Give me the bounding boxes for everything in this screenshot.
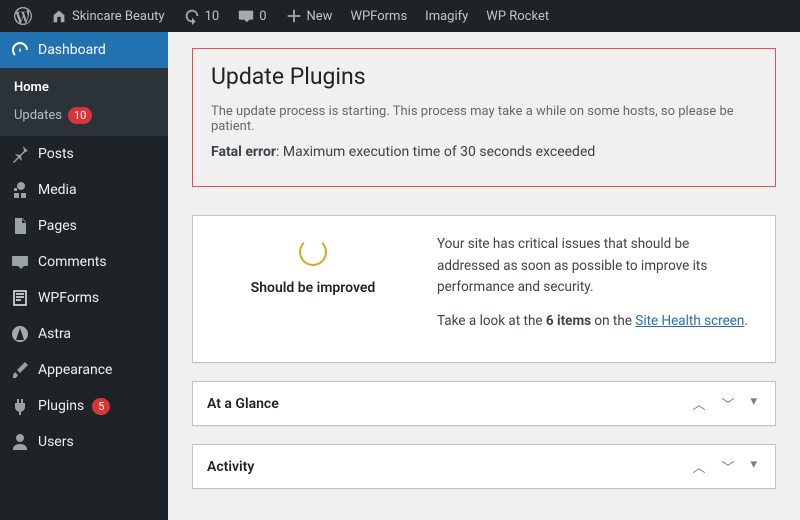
menu-pages[interactable]: Pages (0, 208, 168, 244)
menu-posts[interactable]: Posts (0, 136, 168, 172)
activity-panel: Activity ︿ ﹀ ▾ (192, 444, 776, 489)
menu-appearance[interactable]: Appearance (0, 352, 168, 388)
menu-plugins[interactable]: Plugins 5 (0, 388, 168, 424)
dashboard-submenu: Home Updates 10 (0, 68, 168, 136)
page-title: Update Plugins (211, 63, 757, 90)
menu-users[interactable]: Users (0, 424, 168, 460)
updates-badge: 10 (68, 107, 92, 124)
new-menu[interactable]: New (277, 0, 341, 32)
move-up-button[interactable]: ︿ (688, 392, 709, 415)
fatal-error-text: Fatal error: Maximum execution time of 3… (211, 144, 757, 160)
update-error-box: Update Plugins The update process is sta… (192, 48, 776, 187)
comment-icon (10, 252, 30, 272)
refresh-icon (183, 7, 201, 25)
site-health-link[interactable]: Site Health screen (635, 313, 744, 329)
health-message: Your site has critical issues that shoul… (437, 234, 755, 299)
spinner-icon (299, 238, 327, 266)
home-icon (50, 7, 68, 25)
health-cta: Take a look at the 6 items on the Site H… (437, 311, 755, 333)
submenu-updates[interactable]: Updates 10 (0, 101, 168, 130)
toggle-button[interactable]: ▾ (746, 455, 761, 478)
pin-icon (10, 144, 30, 164)
wp-logo[interactable] (6, 0, 40, 32)
toolbar-wpforms[interactable]: WPForms (342, 0, 415, 32)
move-down-button[interactable]: ﹀ (717, 455, 738, 478)
media-icon (10, 180, 30, 200)
health-status-label: Should be improved (213, 280, 413, 296)
activity-title: Activity (207, 459, 688, 475)
toolbar-imagify[interactable]: Imagify (417, 0, 476, 32)
site-name: Skincare Beauty (72, 9, 165, 24)
page-icon (10, 216, 30, 236)
menu-comments[interactable]: Comments (0, 244, 168, 280)
move-down-button[interactable]: ﹀ (717, 392, 738, 415)
at-a-glance-title: At a Glance (207, 396, 688, 412)
form-icon (10, 288, 30, 308)
admin-sidebar: Dashboard Home Updates 10 Posts Media Pa… (0, 32, 168, 520)
wordpress-icon (14, 7, 32, 25)
updates-count: 10 (205, 9, 220, 24)
menu-media[interactable]: Media (0, 172, 168, 208)
dashboard-icon (10, 40, 30, 60)
toolbar-wprocket[interactable]: WP Rocket (478, 0, 557, 32)
main-content: Update Plugins The update process is sta… (168, 32, 800, 520)
user-icon (10, 432, 30, 452)
site-health-panel: Should be improved Your site has critica… (192, 215, 776, 363)
at-a-glance-panel: At a Glance ︿ ﹀ ▾ (192, 381, 776, 426)
admin-toolbar: Skincare Beauty 10 0 New WPForms Imagify… (0, 0, 800, 32)
menu-dashboard[interactable]: Dashboard (0, 32, 168, 68)
new-label: New (307, 9, 333, 24)
comments-menu[interactable]: 0 (229, 0, 274, 32)
comments-count: 0 (259, 9, 266, 24)
menu-wpforms[interactable]: WPForms (0, 280, 168, 316)
plugin-icon (10, 396, 30, 416)
move-up-button[interactable]: ︿ (688, 455, 709, 478)
astra-icon (10, 324, 30, 344)
plus-icon (285, 7, 303, 25)
site-menu[interactable]: Skincare Beauty (42, 0, 173, 32)
plugins-badge: 5 (92, 398, 110, 415)
comment-icon (237, 7, 255, 25)
submenu-home[interactable]: Home (0, 74, 168, 101)
menu-astra[interactable]: Astra (0, 316, 168, 352)
update-starting-text: The update process is starting. This pro… (211, 104, 757, 134)
toggle-button[interactable]: ▾ (746, 392, 761, 415)
brush-icon (10, 360, 30, 380)
updates-menu[interactable]: 10 (175, 0, 228, 32)
